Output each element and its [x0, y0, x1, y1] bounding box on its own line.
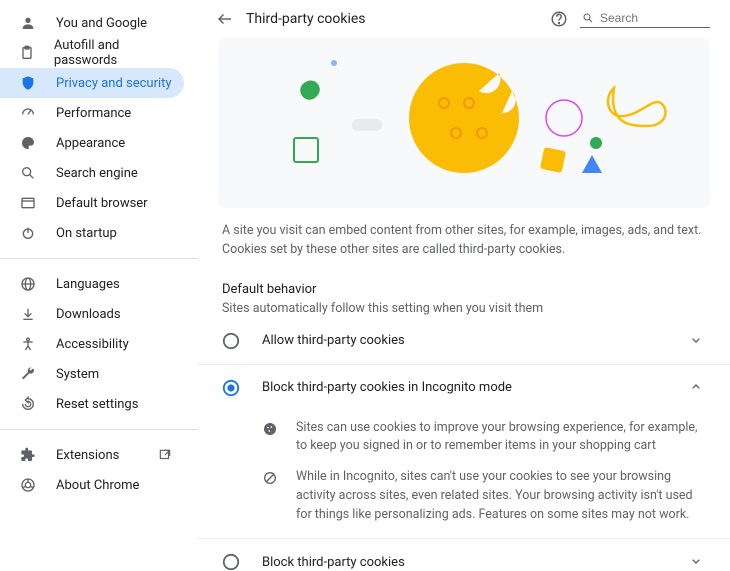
settings-sidebar: You and Google Autofill and passwords Pr… — [0, 0, 198, 571]
download-icon — [18, 304, 38, 324]
help-button[interactable] — [550, 10, 568, 28]
sidebar-item-appearance[interactable]: Appearance — [0, 128, 184, 158]
sidebar-item-label: Performance — [56, 106, 131, 121]
shield-icon — [18, 73, 38, 93]
sidebar-item-languages[interactable]: Languages — [0, 269, 184, 299]
option-details: Sites can use cookies to improve your br… — [198, 411, 730, 540]
sidebar-item-label: Extensions — [56, 448, 119, 463]
accessibility-icon — [18, 334, 38, 354]
option-label: Allow third-party cookies — [262, 333, 688, 348]
sidebar-item-system[interactable]: System — [0, 359, 184, 389]
sidebar-item-extensions[interactable]: Extensions — [0, 440, 184, 470]
back-button[interactable] — [216, 10, 234, 28]
sidebar-item-search-engine[interactable]: Search engine — [0, 158, 184, 188]
person-icon — [18, 13, 38, 33]
chevron-down-icon[interactable] — [688, 332, 706, 350]
sidebar-item-label: Autofill and passwords — [54, 38, 172, 68]
sidebar-item-label: Appearance — [56, 136, 125, 151]
block-icon — [262, 468, 280, 524]
page-description: A site you visit can embed content from … — [198, 208, 730, 260]
topbar: Third-party cookies — [198, 0, 730, 38]
option-block-all[interactable]: Block third-party cookies — [198, 539, 730, 571]
extension-icon — [18, 445, 38, 465]
palette-icon — [18, 133, 38, 153]
sidebar-item-autofill[interactable]: Autofill and passwords — [0, 38, 184, 68]
sidebar-item-you-and-google[interactable]: You and Google — [0, 8, 184, 38]
option-allow[interactable]: Allow third-party cookies — [198, 318, 730, 365]
detail-text: While in Incognito, sites can't use your… — [296, 468, 706, 524]
search-icon — [582, 11, 594, 25]
clipboard-icon — [18, 43, 36, 63]
sidebar-item-accessibility[interactable]: Accessibility — [0, 329, 184, 359]
sidebar-item-label: Reset settings — [56, 397, 138, 412]
chevron-down-icon[interactable] — [688, 553, 706, 571]
radio-icon — [222, 332, 240, 350]
chrome-icon — [18, 475, 38, 495]
radio-icon — [222, 379, 240, 397]
cookie-icon — [262, 419, 280, 457]
sidebar-item-label: Downloads — [56, 307, 121, 322]
option-label: Block third-party cookies — [262, 555, 688, 570]
speed-icon — [18, 103, 38, 123]
hero-illustration — [218, 38, 710, 208]
globe-icon — [18, 274, 38, 294]
sidebar-item-downloads[interactable]: Downloads — [0, 299, 184, 329]
sidebar-item-label: Privacy and security — [56, 76, 172, 91]
option-label: Block third-party cookies in Incognito m… — [262, 380, 688, 395]
section-heading: Default behavior — [222, 282, 706, 297]
sidebar-item-label: On startup — [56, 226, 117, 241]
search-field[interactable] — [580, 11, 710, 28]
sidebar-item-on-startup[interactable]: On startup — [0, 218, 184, 248]
external-link-icon — [158, 448, 172, 462]
reset-icon — [18, 394, 38, 414]
sidebar-item-label: About Chrome — [56, 478, 139, 493]
page-title: Third-party cookies — [246, 11, 366, 27]
radio-icon — [222, 553, 240, 571]
chevron-up-icon[interactable] — [688, 379, 706, 397]
sidebar-item-performance[interactable]: Performance — [0, 98, 184, 128]
sidebar-item-label: Search engine — [56, 166, 138, 181]
sidebar-item-label: Languages — [56, 277, 120, 292]
sidebar-item-label: System — [56, 367, 99, 382]
main-panel: Third-party cookies — [198, 0, 730, 571]
option-block-incognito[interactable]: Block third-party cookies in Incognito m… — [198, 365, 730, 411]
search-icon — [18, 163, 38, 183]
sidebar-item-label: Default browser — [56, 196, 148, 211]
sidebar-item-privacy[interactable]: Privacy and security — [0, 68, 184, 98]
sidebar-item-about[interactable]: About Chrome — [0, 470, 184, 500]
section-subtext: Sites automatically follow this setting … — [222, 301, 706, 316]
sidebar-item-label: Accessibility — [56, 337, 129, 352]
power-icon — [18, 223, 38, 243]
detail-text: Sites can use cookies to improve your br… — [296, 419, 706, 457]
sidebar-item-label: You and Google — [56, 16, 147, 31]
search-input[interactable] — [600, 11, 708, 25]
sidebar-item-default-browser[interactable]: Default browser — [0, 188, 184, 218]
browser-icon — [18, 193, 38, 213]
sidebar-item-reset[interactable]: Reset settings — [0, 389, 184, 419]
default-behavior-section: Default behavior Sites automatically fol… — [198, 260, 730, 318]
wrench-icon — [18, 364, 38, 384]
